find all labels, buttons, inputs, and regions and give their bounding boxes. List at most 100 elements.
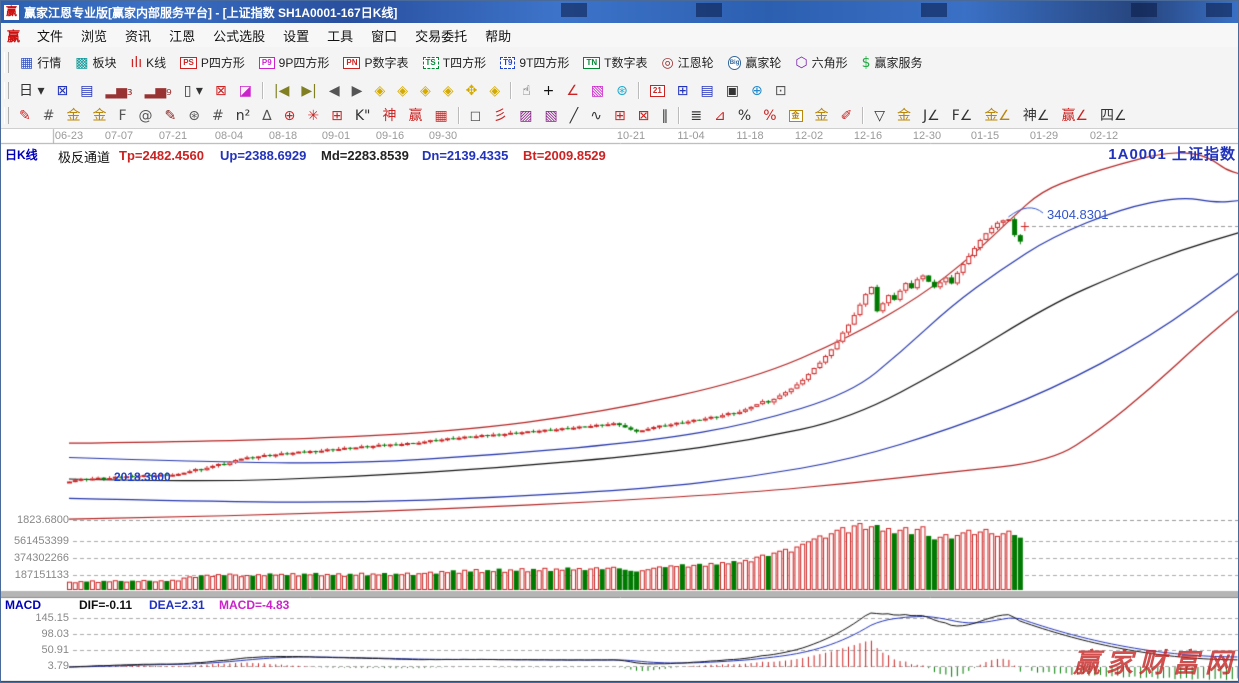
doc-edit-icon[interactable]: ▤ [696, 81, 719, 101]
menu-item-8[interactable]: 交易委托 [406, 26, 476, 47]
tool-gann-wheel[interactable]: ◎江恩轮 [655, 51, 719, 74]
toolbar-grip[interactable] [4, 52, 9, 74]
f-grid-tool[interactable]: F [113, 106, 131, 126]
brush-red-tool[interactable]: ✐ [836, 106, 858, 126]
diamond-hswap-icon[interactable]: ◈ [415, 81, 436, 101]
period-label[interactable]: 日K线 [5, 146, 38, 163]
angle-shen-tool[interactable]: 神∠ [1018, 106, 1055, 126]
price-grid-tool[interactable]: ▦ [429, 106, 452, 126]
tool-winner-wheel[interactable]: Big赢家轮 [722, 51, 788, 74]
menu-item-3[interactable]: 江恩 [160, 26, 204, 47]
time-wheel-tool[interactable]: ⊛ [183, 106, 205, 126]
measure-bars-tool[interactable]: ≣ [685, 106, 707, 126]
menu-item-9[interactable]: 帮助 [476, 26, 520, 47]
angle-ying-tool[interactable]: 赢∠ [1056, 106, 1093, 126]
target-tool[interactable]: ⊕ [279, 106, 301, 126]
fan-box-tool[interactable]: ▨ [514, 106, 537, 126]
chart-9-icon[interactable]: ▂▅₉ [140, 81, 177, 101]
angle-si-tool[interactable]: 四∠ [1095, 106, 1132, 126]
gold-grid2-tool[interactable]: 金 [87, 106, 111, 126]
tool-sectors[interactable]: ▩板块 [69, 51, 122, 74]
star-web-tool[interactable]: ✳ [302, 106, 324, 126]
diamond-center-icon[interactable]: ◈ [484, 81, 505, 101]
tool-hexagon[interactable]: ⬡六角形 [789, 51, 853, 74]
nav-prev-button[interactable]: ◀ [324, 81, 345, 101]
wave-tool[interactable]: ∿ [585, 106, 607, 126]
percent-tool[interactable]: % [733, 106, 756, 126]
volume-profile-icon[interactable]: ◪ [234, 81, 257, 101]
angle-gold-tool[interactable]: 金∠ [979, 106, 1016, 126]
grid-web-tool[interactable]: ⊞ [326, 106, 348, 126]
mirror-angle-tool[interactable]: ∆ [257, 106, 276, 126]
angle-pen-tool[interactable]: ∠ [561, 81, 584, 101]
calendar-icon[interactable]: 21 [645, 82, 670, 100]
angle-f-tool[interactable]: F∠ [947, 106, 978, 126]
calculator-icon[interactable]: ⊞ [672, 81, 694, 101]
swirl-tool[interactable]: ⊛ [611, 81, 633, 101]
tool-p-square[interactable]: PSP四方形 [174, 51, 251, 74]
export-pc-icon[interactable]: ⊡ [770, 81, 792, 101]
price-grid-tool-icon: ▦ [434, 109, 447, 123]
gann-shape-tool[interactable]: ▧ [586, 81, 609, 101]
tool-9p-square[interactable]: P99P四方形 [253, 51, 335, 74]
range-box-icon[interactable]: ⊠ [210, 81, 232, 101]
angle-pct-tool[interactable]: ⊿ [709, 106, 731, 126]
fan-box2-tool[interactable]: ▧ [540, 106, 563, 126]
cup-tool[interactable]: ▽ [869, 106, 890, 126]
period-day-dropdown[interactable]: 日 ▾ [14, 81, 49, 101]
gold-grid-tool[interactable]: 金 [61, 106, 85, 126]
menu-item-5[interactable]: 设置 [274, 26, 318, 47]
grid-red2-tool[interactable]: ⊠ [633, 106, 655, 126]
angle-j-tool[interactable]: J∠ [918, 106, 945, 126]
tool-t-square[interactable]: TST四方形 [417, 51, 493, 74]
menu-item-0[interactable]: 文件 [28, 26, 72, 47]
fan-lines-tool[interactable]: 彡 [488, 106, 512, 126]
tool-p-table[interactable]: PNP数字表 [337, 51, 414, 74]
comb2-grid-tool[interactable]: # [207, 106, 229, 126]
gold-under-tool[interactable]: 金 [892, 106, 916, 126]
nav-last-button[interactable]: ▶| [296, 81, 321, 101]
tool-winner-service[interactable]: $赢家服务 [856, 51, 929, 74]
diamond-star-icon[interactable]: ✥ [461, 81, 483, 101]
nav-first-button[interactable]: |◀ [269, 81, 294, 101]
menu-item-1[interactable]: 浏览 [72, 26, 116, 47]
toolbar-grip[interactable] [4, 107, 9, 125]
gold-line-tool[interactable]: 金 [810, 106, 834, 126]
k-quote-tool[interactable]: K" [350, 106, 376, 126]
comb-grid-tool[interactable]: # [38, 106, 60, 126]
n-squared-tool[interactable]: n² [231, 106, 256, 126]
nav-next-button[interactable]: ▶ [347, 81, 368, 101]
hand-tool[interactable]: ☝ [517, 81, 536, 101]
chart-3-icon[interactable]: ▂▅₃ [100, 81, 137, 101]
pen-red-tool[interactable]: ✎ [14, 106, 36, 126]
parallel-tool[interactable]: ∥ [656, 106, 673, 126]
tool-9t-square[interactable]: T99T四方形 [494, 51, 575, 74]
marker-pen-tool[interactable]: ✎ [160, 106, 182, 126]
diamond-right-icon[interactable]: ◈ [392, 81, 413, 101]
tool-t-table[interactable]: TNT数字表 [577, 51, 653, 74]
crosshair-tool[interactable]: + [538, 81, 560, 101]
trend-line-tool[interactable]: ╱ [565, 106, 583, 126]
indicator-name[interactable]: 极反通道 [58, 147, 110, 166]
menu-item-2[interactable]: 资讯 [116, 26, 160, 47]
menu-item-7[interactable]: 窗口 [362, 26, 406, 47]
menu-item-4[interactable]: 公式选股 [204, 26, 274, 47]
tool-quotes[interactable]: ▦行情 [14, 51, 67, 74]
diamond-left-icon[interactable]: ◈ [369, 81, 390, 101]
diamond-cross-icon[interactable]: ◈ [438, 81, 459, 101]
percent-line-tool[interactable]: % [758, 106, 781, 126]
ying-grid-tool[interactable]: 赢 [403, 106, 427, 126]
zigzag-icon[interactable]: ⊠ [51, 81, 73, 101]
menu-item-6[interactable]: 工具 [318, 26, 362, 47]
note-icon[interactable]: ▤ [75, 81, 98, 101]
candle-style-dropdown[interactable]: ▯ ▾ [179, 81, 208, 101]
gold-circle-tool[interactable]: 金 [784, 107, 808, 125]
shen-grid-tool[interactable]: 神 [377, 106, 401, 126]
box-frame-tool[interactable]: ◻ [465, 106, 487, 126]
export-web-icon[interactable]: ⊕ [746, 81, 768, 101]
spiral-tool[interactable]: @ [134, 106, 158, 126]
save-icon[interactable]: ▣ [721, 81, 744, 101]
toolbar-grip[interactable] [4, 82, 9, 100]
grid-red-tool[interactable]: ⊞ [609, 106, 631, 126]
tool-kline[interactable]: ılıK线 [125, 51, 173, 74]
